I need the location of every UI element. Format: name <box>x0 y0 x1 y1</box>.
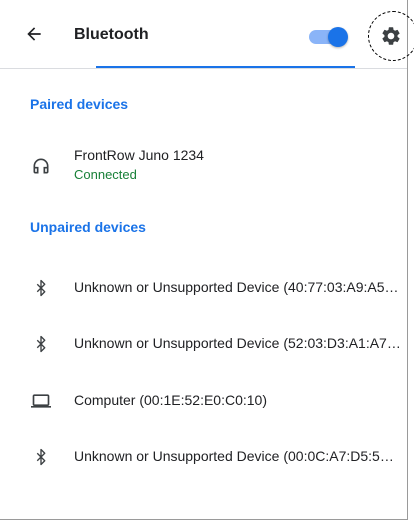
bluetooth-icon <box>36 335 46 353</box>
unpaired-device-row[interactable]: Unknown or Unsupported Device (40:77:03:… <box>0 279 408 319</box>
bluetooth-icon <box>36 448 46 466</box>
arrow-back-icon <box>27 27 41 41</box>
unpaired-device-row[interactable]: Unknown or Unsupported Device (00:0C:A7:… <box>0 448 408 488</box>
paired-devices-heading: Paired devices <box>30 96 129 112</box>
device-name: Unknown or Unsupported Device (52:03:D3:… <box>74 335 408 351</box>
device-name: Unknown or Unsupported Device (40:77:03:… <box>74 279 408 295</box>
device-name: FrontRow Juno 1234 <box>74 147 204 163</box>
device-status: Connected <box>74 167 137 182</box>
device-icon-wrap <box>30 155 52 177</box>
paired-device-frontrow[interactable]: FrontRow Juno 1234 Connected <box>0 147 408 187</box>
laptop-icon <box>31 394 51 408</box>
headphones-icon <box>33 158 49 174</box>
back-button[interactable] <box>22 22 46 46</box>
device-icon-wrap <box>30 333 52 355</box>
bluetooth-icon <box>36 279 46 297</box>
unpaired-devices-heading: Unpaired devices <box>30 219 146 235</box>
bluetooth-toggle[interactable] <box>309 27 348 47</box>
unpaired-device-row[interactable]: Unknown or Unsupported Device (52:03:D3:… <box>0 335 408 375</box>
device-name: Unknown or Unsupported Device (00:0C:A7:… <box>74 448 408 464</box>
device-icon-wrap <box>30 446 52 468</box>
page-title: Bluetooth <box>74 26 149 43</box>
device-icon-wrap <box>30 277 52 299</box>
device-name: Computer (00:1E:52:E0:C0:10) <box>74 392 267 408</box>
unpaired-device-row[interactable]: Computer (00:1E:52:E0:C0:10) <box>0 392 408 432</box>
device-icon-wrap <box>30 390 52 412</box>
gear-icon <box>382 27 400 45</box>
toggle-knob <box>328 27 348 47</box>
bluetooth-settings-panel: Bluetooth Paired devices FrontRow Juno 1… <box>0 0 414 520</box>
settings-button[interactable] <box>368 11 414 61</box>
active-tab-indicator <box>96 66 355 68</box>
header-bar: Bluetooth <box>0 0 414 69</box>
